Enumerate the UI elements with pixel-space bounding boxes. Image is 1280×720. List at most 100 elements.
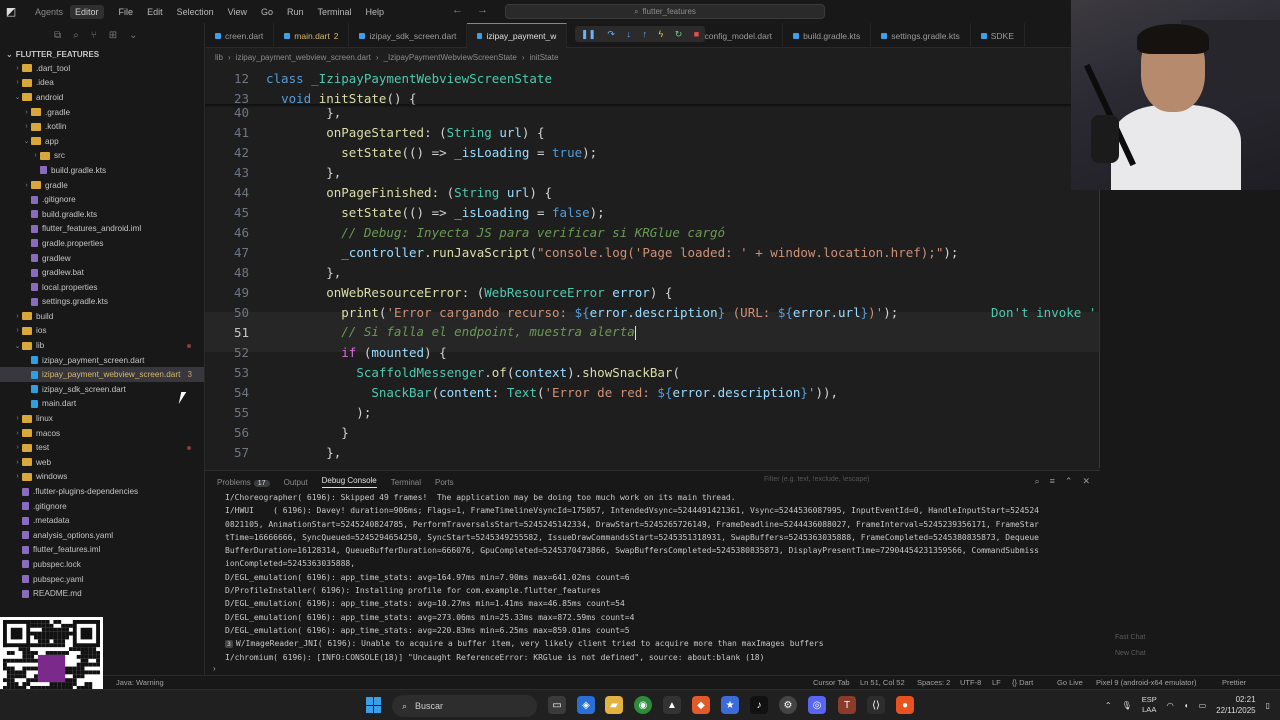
menu-file[interactable]: File <box>112 7 141 17</box>
forward-arrow-icon[interactable]: → <box>477 4 488 16</box>
status-device[interactable]: Pixel 9 (android-x64 emulator) <box>1096 678 1196 687</box>
code-line[interactable]: 53 ScaffoldMessenger.of (context).showSna… <box>205 362 1100 382</box>
tree-folder[interactable]: ⌄ lib <box>0 338 204 353</box>
code-line[interactable]: 47 _controller.runJavaScript("console.lo… <box>205 242 1100 262</box>
code-line[interactable]: 41 onPageStarted: (String url) { <box>205 122 1100 142</box>
tree-file[interactable]: main.dart <box>0 397 204 412</box>
code-line[interactable]: 42 setState(() => _isLoading = true); <box>205 142 1100 162</box>
file-explorer-icon[interactable]: ▰ <box>605 696 623 714</box>
status-prettier[interactable]: Prettier <box>1222 678 1246 687</box>
tree-folder[interactable]: › .gradle <box>0 105 204 120</box>
code-line[interactable]: 56 } <box>205 422 1100 442</box>
chrome-icon[interactable]: ◉ <box>634 696 652 714</box>
source-control-icon[interactable]: ⑂ <box>91 30 97 41</box>
tree-file[interactable]: .gitignore <box>0 192 204 207</box>
tree-folder[interactable]: › linux <box>0 411 204 426</box>
panel-tab[interactable]: Problems 17 <box>217 478 270 487</box>
vscode-icon[interactable]: ⟨⟩ <box>867 696 885 714</box>
tree-file[interactable]: analysis_options.yaml <box>0 528 204 543</box>
code-editor[interactable]: 40 }, 41 onPageStarted: (String url) {42 … <box>205 64 1100 468</box>
code-line[interactable]: 46 // Debug: Inyecta JS para verificar s… <box>205 222 1100 242</box>
status-encoding[interactable]: UTF-8 <box>960 678 981 687</box>
tree-folder[interactable]: › macos <box>0 426 204 441</box>
breadcrumb-method[interactable]: initState <box>529 53 558 62</box>
menu-selection[interactable]: Selection <box>170 7 221 17</box>
editor-tab[interactable]: izipay_sdk_screen.dart <box>349 23 468 48</box>
panel-tab[interactable]: Output <box>284 478 308 487</box>
tree-file[interactable]: izipay_payment_webview_screen.dart 3 <box>0 367 204 383</box>
code-line[interactable]: 48 }, <box>205 262 1100 282</box>
sticky-scroll-line[interactable]: 12 class _IzipayPaymentWebviewScreenState <box>205 68 1100 88</box>
tree-folder[interactable]: › windows <box>0 470 204 485</box>
tree-file[interactable]: pubspec.lock <box>0 557 204 572</box>
editor-tab[interactable]: SDKE <box>971 23 1025 48</box>
windows-start-icon[interactable] <box>366 697 382 713</box>
tree-folder[interactable]: ⌄ android <box>0 90 204 105</box>
tree-folder[interactable]: › test <box>0 440 204 455</box>
code-line[interactable]: 52 if (mounted) { <box>205 342 1100 362</box>
command-search[interactable]: ⌕ flutter_features <box>505 4 825 19</box>
code-line[interactable]: 54 SnackBar(content: Text('Error de red:… <box>205 382 1100 402</box>
battery-icon[interactable]: ▭ <box>1199 701 1207 710</box>
tree-file[interactable]: .metadata <box>0 513 204 528</box>
pause-icon[interactable]: ❚❚ <box>581 29 596 40</box>
stop-icon[interactable]: ■ <box>694 29 699 39</box>
back-arrow-icon[interactable]: ← <box>452 4 463 16</box>
tree-folder[interactable]: › ios <box>0 324 204 339</box>
cursor-app-icon[interactable]: ▲ <box>663 696 681 714</box>
language-indicator[interactable]: ESP LAA <box>1142 695 1157 715</box>
tree-folder[interactable]: › build <box>0 309 204 324</box>
tree-file[interactable]: flutter_features.iml <box>0 543 204 558</box>
tree-folder[interactable]: › web <box>0 455 204 470</box>
settings-icon[interactable]: ⚙ <box>779 696 797 714</box>
search-sidebar-icon[interactable]: ⌕ <box>73 30 79 41</box>
microphone-tray-icon[interactable]: 🎙 <box>1122 701 1132 710</box>
editor-tab[interactable]: settings.gradle.kts <box>871 23 971 48</box>
postman-icon[interactable]: ● <box>896 696 914 714</box>
code-line[interactable]: 44 onPageFinished: (String url) { <box>205 182 1100 202</box>
breadcrumb-lib[interactable]: lib <box>215 53 223 62</box>
tree-folder[interactable]: ⌄ app <box>0 134 204 149</box>
app-tf-icon[interactable]: T <box>838 696 856 714</box>
status-eol[interactable]: LF <box>992 678 1001 687</box>
breadcrumb-class[interactable]: _IzipayPaymentWebviewScreenState <box>384 53 517 62</box>
tree-file[interactable]: .flutter-plugins-dependencies <box>0 484 204 499</box>
tree-file[interactable]: .gitignore <box>0 499 204 514</box>
code-line[interactable]: 45 setState(() => _isLoading = false); <box>205 202 1100 222</box>
tree-file[interactable]: izipay_sdk_screen.dart <box>0 382 204 397</box>
tree-file[interactable]: gradlew.bat <box>0 265 204 280</box>
step-over-icon[interactable]: ↷ <box>607 29 615 40</box>
editor-tab[interactable]: creen.dart <box>205 23 275 48</box>
volume-icon[interactable]: ◖ <box>1184 701 1189 710</box>
copilot-icon[interactable]: ◈ <box>577 696 595 714</box>
menu-help[interactable]: Help <box>359 7 392 17</box>
code-line[interactable]: 50 print('Error cargando recurso: ${erro… <box>205 302 1100 322</box>
notifications-icon[interactable]: ▯ <box>1266 701 1270 710</box>
tree-file[interactable]: settings.gradle.kts <box>0 295 204 310</box>
wifi-icon[interactable]: ◠ <box>1167 701 1174 710</box>
panel-tab[interactable]: Ports <box>435 478 454 487</box>
menu-run[interactable]: Run <box>280 7 311 17</box>
code-line[interactable]: 51 // Si falla el endpoint, muestra aler… <box>205 322 1100 342</box>
tree-folder[interactable]: › gradle <box>0 178 204 193</box>
tray-chevron-up-icon[interactable]: ⌃ <box>1105 701 1112 710</box>
maximize-panel-icon[interactable]: ⌃ <box>1065 476 1073 487</box>
tree-file[interactable]: izipay_payment_screen.dart <box>0 353 204 368</box>
task-view-icon[interactable]: ▭ <box>548 696 566 714</box>
code-line[interactable]: 57 }, <box>205 442 1100 462</box>
tree-folder[interactable]: › .dart_tool <box>0 61 204 76</box>
code-line[interactable]: 43 }, <box>205 162 1100 182</box>
hot-reload-icon[interactable]: ϟ <box>658 29 663 39</box>
step-out-icon[interactable]: ↑ <box>642 29 647 39</box>
code-line[interactable]: 49 onWebResourceError: (WebResourceError… <box>205 282 1100 302</box>
tree-file[interactable]: gradle.properties <box>0 236 204 251</box>
explorer-root[interactable]: ⌄ FLUTTER_FEATURES <box>0 47 204 61</box>
more-chevron-icon[interactable]: ⌄ <box>129 30 137 41</box>
taskbar-search[interactable]: ⌕ Buscar <box>392 695 537 717</box>
status-language[interactable]: {} Dart <box>1012 678 1033 687</box>
menu-view[interactable]: View <box>221 7 254 17</box>
status-cursor-tab[interactable]: Cursor Tab <box>813 678 850 687</box>
status-spaces[interactable]: Spaces: 2 <box>917 678 950 687</box>
menu-terminal[interactable]: Terminal <box>311 7 359 17</box>
mode-editor[interactable]: Editor <box>70 4 104 19</box>
